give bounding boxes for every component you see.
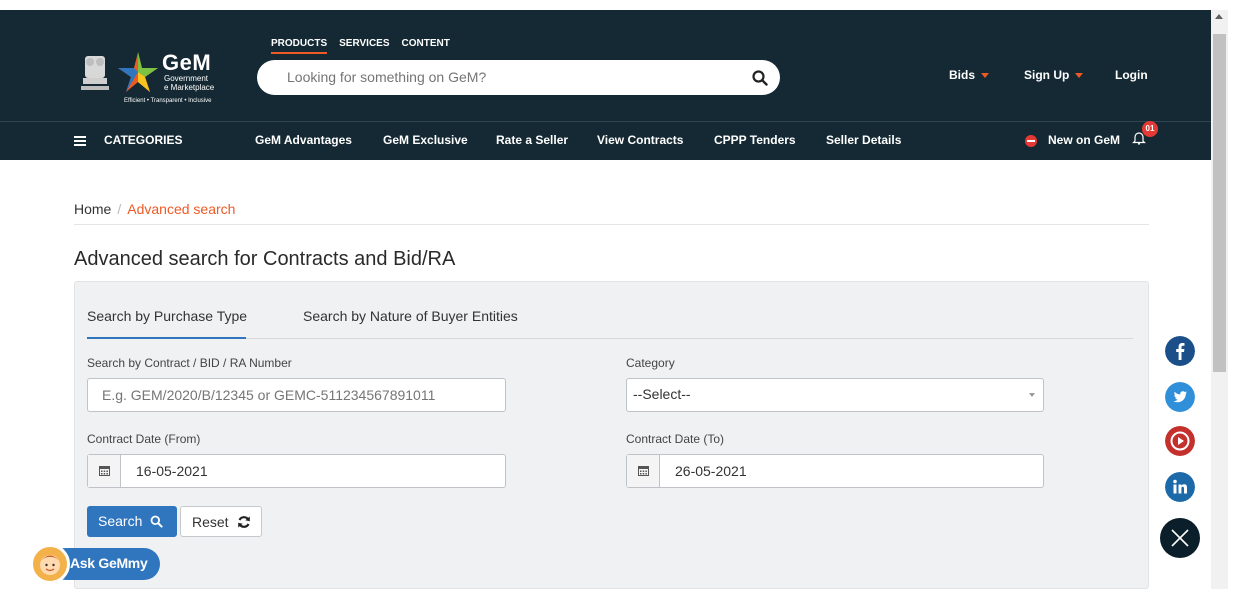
ask-gemmy-chat[interactable]: Ask GeMmy: [30, 544, 160, 584]
tab-products[interactable]: PRODUCTS: [271, 38, 328, 54]
reset-button-label: Reset: [192, 514, 229, 530]
nav-seller-details[interactable]: Seller Details: [826, 133, 901, 147]
date-from-addon: [88, 455, 121, 487]
linkedin-icon[interactable]: [1165, 472, 1195, 502]
chevron-down-icon: [981, 73, 990, 79]
breadcrumb-separator: /: [117, 201, 122, 217]
search-icon: [150, 515, 163, 528]
signup-label: Sign Up: [1024, 68, 1070, 82]
signup-menu[interactable]: Sign Up: [1024, 68, 1084, 82]
new-indicator-icon: [1025, 135, 1037, 147]
breadcrumb: Home / Advanced search: [74, 201, 235, 217]
nav-view-contracts[interactable]: View Contracts: [597, 133, 683, 147]
twitter-icon[interactable]: [1165, 382, 1195, 412]
tab-buyer-entities[interactable]: Search by Nature of Buyer Entities: [303, 306, 518, 339]
category-selected-value: --Select--: [633, 386, 691, 402]
contract-number-field: [87, 378, 506, 412]
nav-categories[interactable]: CATEGORIES: [104, 133, 182, 147]
date-to-label: Contract Date (To): [626, 432, 725, 446]
date-from-field[interactable]: 16-05-2021: [87, 454, 506, 488]
gem-star-icon: [118, 52, 158, 92]
product-tabs: PRODUCTS SERVICES CONTENT: [271, 38, 450, 54]
gem-logo[interactable]: GeM Government e Marketplace Efficient •…: [80, 48, 230, 108]
reset-button[interactable]: Reset: [180, 506, 262, 537]
bids-label: Bids: [949, 68, 976, 82]
nav-gem-advantages[interactable]: GeM Advantages: [255, 133, 352, 147]
breadcrumb-divider: [74, 224, 1149, 225]
gemmy-avatar-icon: [30, 544, 70, 584]
category-label: Category: [626, 356, 675, 370]
scrollbar-thumb[interactable]: [1213, 34, 1226, 372]
scroll-up-icon[interactable]: [1215, 14, 1223, 19]
logo-title: GeM: [162, 50, 212, 75]
date-to-value: 26-05-2021: [675, 463, 747, 479]
calendar-icon: [99, 466, 110, 476]
contract-number-label: Search by Contract / BID / RA Number: [87, 356, 292, 370]
date-to-field[interactable]: 26-05-2021: [626, 454, 1044, 488]
category-select[interactable]: --Select--: [626, 378, 1044, 412]
search-tabs: Search by Purchase Type Search by Nature…: [87, 306, 1133, 339]
header-top-strip: [0, 0, 1211, 10]
date-to-addon: [627, 455, 660, 487]
calendar-icon: [638, 466, 649, 476]
tab-services[interactable]: SERVICES: [339, 38, 389, 54]
nav-new-on-gem[interactable]: New on GeM: [1048, 133, 1120, 147]
search-button[interactable]: Search: [87, 506, 177, 537]
nav-cppp-tenders[interactable]: CPPP Tenders: [714, 133, 796, 147]
tab-content[interactable]: CONTENT: [402, 38, 450, 54]
nav-gem-exclusive[interactable]: GeM Exclusive: [383, 133, 468, 147]
close-icon: [1171, 529, 1189, 547]
ask-gemmy-label: Ask GeMmy: [70, 555, 148, 571]
facebook-icon[interactable]: [1165, 336, 1195, 366]
search-icon[interactable]: [751, 69, 769, 87]
tab-purchase-type[interactable]: Search by Purchase Type: [87, 306, 247, 339]
logo-sub-line-1: Government: [164, 74, 209, 83]
window-edge: [1228, 0, 1239, 589]
nav-rate-a-seller[interactable]: Rate a Seller: [496, 133, 568, 147]
logo-tagline: Efficient • Transparent • Inclusive: [124, 98, 212, 104]
logo-subtitle: Government e Marketplace: [164, 74, 214, 92]
page-title: Advanced search for Contracts and Bid/RA: [74, 248, 456, 270]
login-link[interactable]: Login: [1115, 68, 1148, 82]
notification-badge: 01: [1142, 121, 1158, 137]
breadcrumb-current: Advanced search: [127, 201, 236, 217]
search-button-label: Search: [98, 513, 143, 529]
date-from-label: Contract Date (From): [87, 432, 201, 446]
refresh-icon: [238, 516, 250, 528]
chevron-down-icon: [1075, 73, 1084, 79]
global-search-box: [257, 60, 780, 95]
date-from-value: 16-05-2021: [136, 463, 208, 479]
hamburger-icon[interactable]: [74, 136, 86, 146]
chevron-down-icon: [1029, 393, 1035, 397]
global-search-input[interactable]: [287, 69, 717, 85]
logo-sub-line-2: e Marketplace: [164, 83, 215, 92]
youtube-icon[interactable]: [1165, 426, 1195, 456]
close-social-button[interactable]: [1160, 518, 1200, 558]
national-emblem-icon: [81, 56, 109, 90]
contract-number-input[interactable]: [102, 387, 482, 403]
bids-menu[interactable]: Bids: [949, 68, 990, 82]
breadcrumb-home[interactable]: Home: [74, 201, 111, 217]
